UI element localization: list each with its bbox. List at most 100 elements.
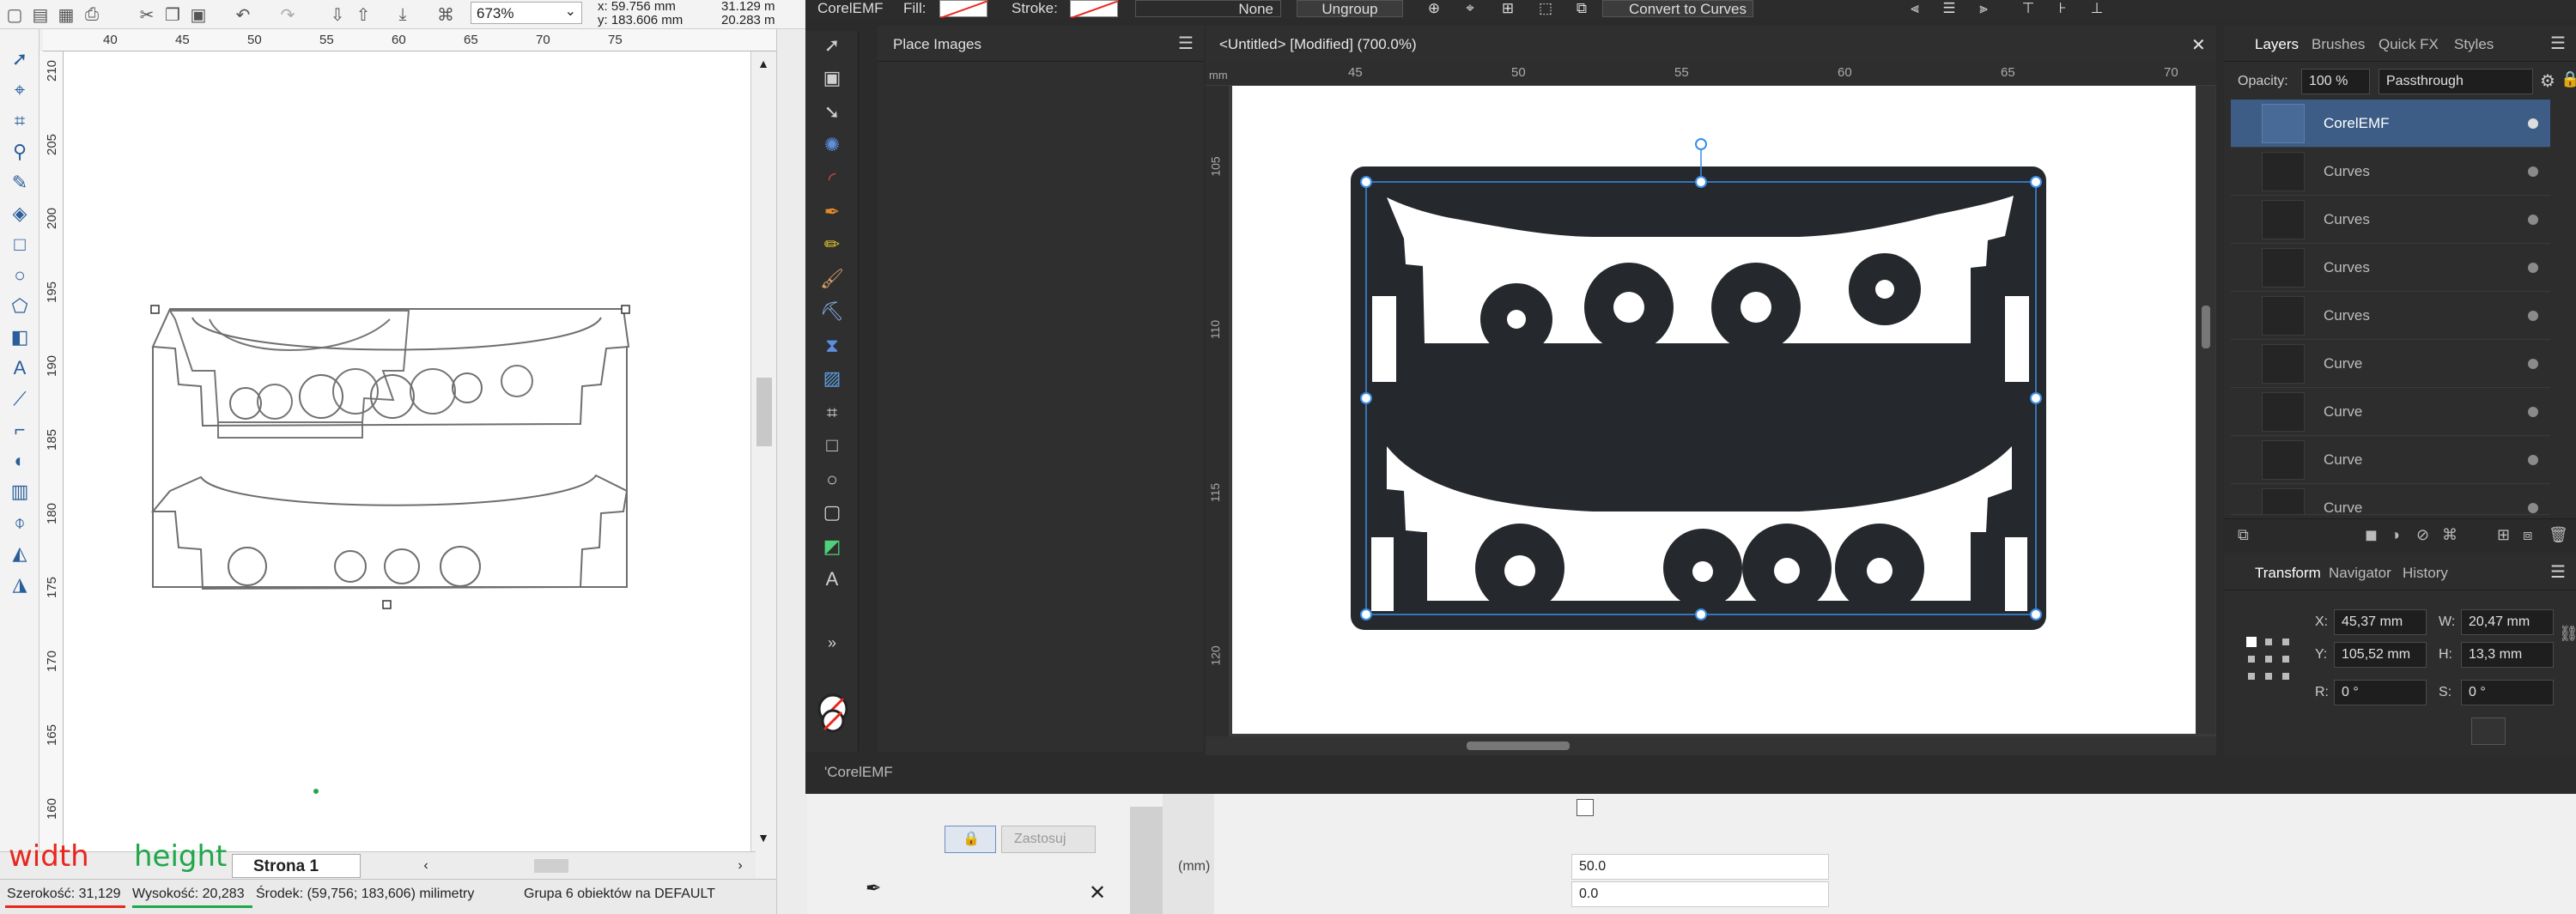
paste-icon[interactable]: ▣ — [187, 3, 210, 26]
snapping-icon[interactable]: ⧉ — [1571, 0, 1592, 17]
adjustment-icon[interactable]: ◑ — [2391, 526, 2400, 544]
blend-mode-dropdown[interactable]: Passthrough — [2379, 69, 2533, 94]
pick-tool-icon[interactable]: ➚ — [7, 46, 33, 72]
visibility-dot[interactable] — [2528, 407, 2538, 417]
gear-icon[interactable]: ⚙ — [2540, 70, 2555, 92]
visibility-dot[interactable] — [2528, 166, 2538, 177]
horizontal-scroll-thumb[interactable] — [534, 859, 568, 873]
align-left-icon[interactable]: ⫷ — [1905, 0, 1925, 17]
y-field[interactable]: 105,52 mm — [2334, 642, 2427, 668]
align-center-icon[interactable]: ☰ — [1939, 0, 1959, 17]
live-filter-icon[interactable]: ⌘ — [2442, 526, 2458, 544]
basic-shapes-icon[interactable]: ◧ — [7, 324, 33, 350]
new-icon[interactable]: ▢ — [3, 3, 26, 26]
snap-grid-icon[interactable]: ⊞ — [1498, 0, 1518, 17]
scrollbar-thumb[interactable] — [2202, 306, 2210, 348]
tab-navigator[interactable]: Navigator — [2329, 565, 2391, 582]
layer-row-group[interactable]: CorelEMF — [2231, 100, 2550, 148]
ungroup-button[interactable]: Ungroup — [1297, 0, 1403, 17]
align-icon[interactable]: ⊕ — [1424, 0, 1444, 17]
scrollbar-thumb[interactable] — [756, 378, 772, 446]
h-field[interactable]: 13,3 mm — [2461, 642, 2554, 668]
visibility-dot[interactable] — [2528, 311, 2538, 321]
height-value[interactable]: 20.283 m — [721, 14, 775, 27]
rounded-rectangle-icon[interactable]: ▢ — [817, 498, 847, 527]
transparency-tool-icon[interactable]: ⧗ — [817, 331, 847, 360]
stroke-swatch[interactable] — [1070, 0, 1120, 19]
link-icon[interactable]: ⛓ — [2559, 625, 2576, 643]
color-swatch-icon[interactable] — [816, 693, 850, 738]
redo-icon[interactable]: ↷ — [276, 3, 299, 26]
zoom-level-dropdown[interactable]: 673% ⌄ — [471, 2, 582, 24]
layer-row[interactable]: Curve — [2231, 484, 2550, 515]
connector-tool-icon[interactable]: ⌐ — [7, 417, 33, 443]
page-tab[interactable]: Strona 1 — [232, 854, 361, 878]
visibility-dot[interactable] — [2528, 503, 2538, 513]
node-tool-icon[interactable]: ➘ — [817, 98, 847, 127]
align-middle-icon[interactable]: ⊦ — [2052, 0, 2073, 17]
panel-menu-icon[interactable]: ☰ — [2550, 33, 2566, 54]
fx-icon[interactable]: ⊘ — [2416, 526, 2429, 544]
layer-row[interactable]: Curves — [2231, 196, 2550, 244]
value-field-2[interactable]: 0.0 — [1571, 881, 1829, 907]
visibility-dot[interactable] — [2528, 118, 2538, 129]
transform-options-button[interactable] — [2471, 717, 2506, 745]
more-tools-icon[interactable]: » — [817, 628, 847, 657]
emf-artwork[interactable] — [1232, 86, 2196, 734]
tab-brushes[interactable]: Brushes — [2312, 36, 2365, 53]
opacity-dropdown[interactable]: 100 % — [2301, 69, 2370, 94]
visibility-dot[interactable] — [2528, 359, 2538, 369]
zoom-tool-icon[interactable]: ⚲ — [7, 139, 33, 165]
chevron-right-icon[interactable]: › — [732, 856, 749, 876]
tab-quick-fx[interactable]: Quick FX — [2379, 36, 2439, 53]
parallel-dimension-icon[interactable]: ⟋ — [7, 386, 33, 412]
lock-icon[interactable]: 🔒 — [2561, 70, 2576, 88]
blend-tool-icon[interactable]: ◐ — [7, 448, 33, 474]
transform-origin-icon[interactable]: ⌖ — [1460, 0, 1480, 17]
layer-row[interactable]: Curve — [2231, 340, 2550, 388]
w-field[interactable]: 20,47 mm — [2461, 609, 2554, 635]
import-icon[interactable]: ⇩ — [326, 3, 349, 26]
text-tool-icon[interactable]: A — [817, 565, 847, 594]
freehand-tool-icon[interactable]: ✎ — [7, 170, 33, 196]
save-icon[interactable]: ▦ — [55, 3, 77, 26]
dialog-checkbox[interactable] — [1577, 799, 1594, 816]
scroll-up-icon[interactable]: ▲ — [755, 55, 772, 72]
print-icon[interactable]: ⎙ — [81, 3, 103, 26]
polygon-tool-icon[interactable]: ⬠ — [7, 294, 33, 319]
fill-swatch[interactable] — [939, 0, 989, 19]
pen-tool-icon[interactable]: ✒ — [817, 197, 847, 227]
copy-icon[interactable]: ❐ — [161, 3, 184, 26]
tab-styles[interactable]: Styles — [2454, 36, 2494, 53]
visibility-dot[interactable] — [2528, 263, 2538, 273]
layer-row[interactable]: Curves — [2231, 244, 2550, 292]
snap-bounds-icon[interactable]: ⬚ — [1535, 0, 1556, 17]
tab-transform[interactable]: Transform — [2255, 565, 2321, 582]
stroke-style-dropdown[interactable]: None — [1135, 0, 1281, 17]
layer-row[interactable]: Curves — [2231, 292, 2550, 340]
scrollbar-thumb[interactable] — [1467, 741, 1570, 750]
group-icon[interactable]: ⧈ — [2523, 526, 2532, 544]
align-bottom-icon[interactable]: ⊥ — [2087, 0, 2107, 17]
smart-fill-tool-icon[interactable]: ◮ — [7, 572, 33, 597]
x-field[interactable]: 45,37 mm — [2334, 609, 2427, 635]
close-document-icon[interactable]: ✕ — [2191, 34, 2206, 56]
eyedropper-tool-icon[interactable]: ⌽ — [7, 510, 33, 536]
undo-icon[interactable]: ↶ — [232, 3, 254, 26]
fill-tool-icon[interactable]: ◭ — [7, 541, 33, 566]
add-layer-icon[interactable]: ⊞ — [2497, 526, 2510, 544]
layers-options-icon[interactable]: ⧉ — [2238, 526, 2249, 544]
move-tool-icon[interactable]: ➚ — [817, 31, 847, 60]
apply-button[interactable]: Zastosuj — [1001, 826, 1096, 853]
layer-row[interactable]: Curve — [2231, 388, 2550, 436]
shear-field[interactable]: 0 ° — [2461, 680, 2554, 705]
pen-icon[interactable]: ✒ — [866, 877, 881, 899]
align-top-icon[interactable]: ⊤ — [2018, 0, 2038, 17]
open-icon[interactable]: ▤ — [29, 3, 52, 26]
text-tool-icon[interactable]: A — [7, 355, 33, 381]
chevron-left-icon[interactable]: ‹ — [417, 856, 434, 876]
rotation-field[interactable]: 0 ° — [2334, 680, 2427, 705]
tab-layers[interactable]: Layers — [2255, 36, 2299, 53]
align-right-icon[interactable]: ⫸ — [1973, 0, 1994, 17]
transparency-tool-icon[interactable]: ▥ — [7, 479, 33, 505]
